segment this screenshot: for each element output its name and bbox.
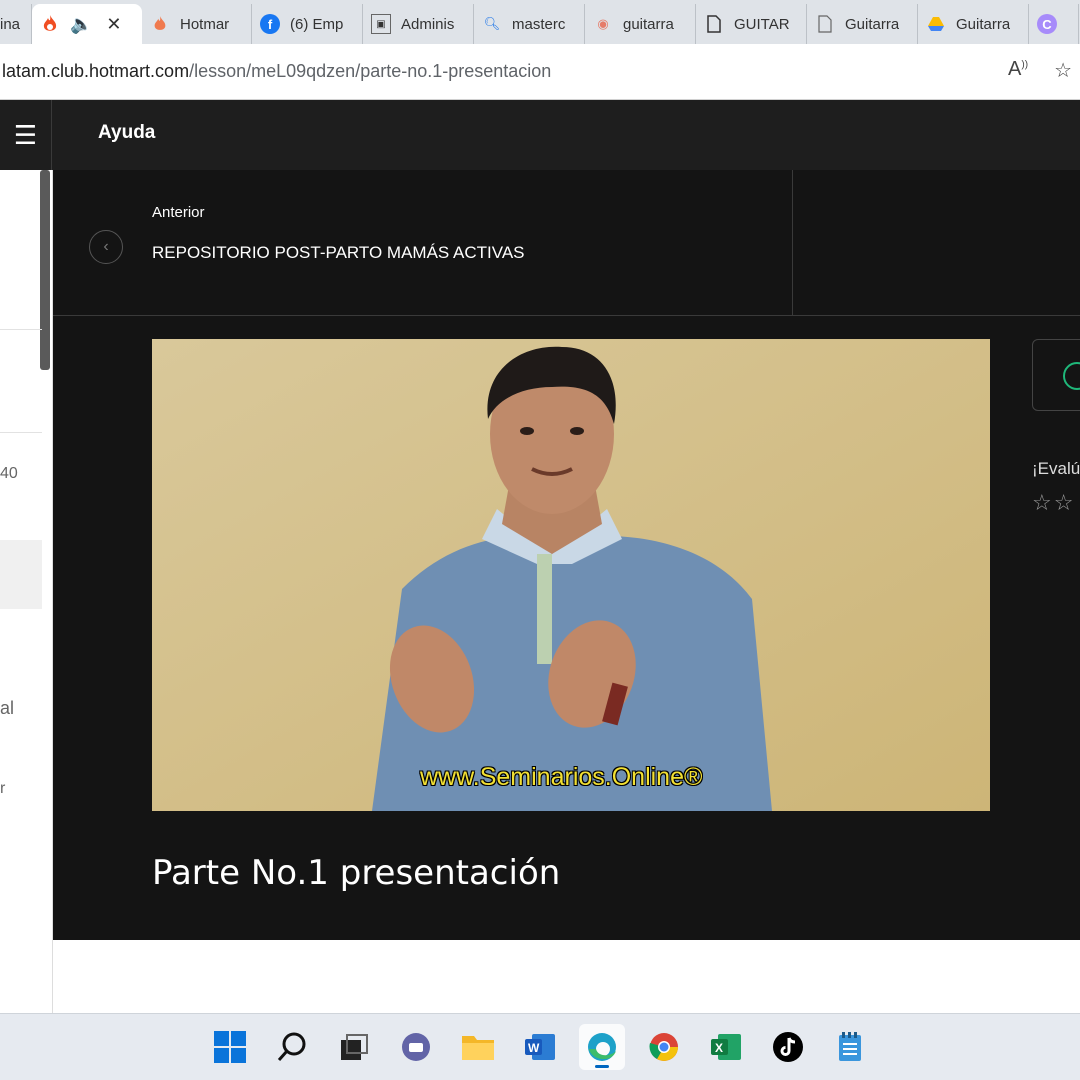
tab-label: Adminis [401,15,455,33]
tab-label: (6) Emp [290,15,344,33]
tiktok-icon[interactable] [765,1024,811,1070]
lesson-sidebar: 40 al r [0,170,53,1013]
search-icon: 🔍︎ [483,16,501,31]
tab-label: Guitarra [956,15,1011,33]
read-aloud-icon[interactable]: A)) [1008,58,1028,83]
hotmart-flame-icon [150,14,170,34]
url-text[interactable]: latam.club.hotmart.com/lesson/meL09qdzen… [0,61,551,82]
c-icon: C [1037,14,1057,34]
star-rating[interactable]: ☆☆ [1032,490,1075,516]
app-header: ☰ Ayuda [0,100,1080,170]
tab-label: masterc [512,15,566,33]
address-bar[interactable]: latam.club.hotmart.com/lesson/meL09qdzen… [0,44,1080,100]
close-tab-icon[interactable]: ✕ [106,14,121,35]
browser-tab[interactable]: Guitarra [918,4,1029,44]
notepad-icon[interactable] [827,1024,873,1070]
favorite-add-icon[interactable]: ☆ [1054,58,1072,83]
lesson-content: ‹ Anterior REPOSITORIO POST-PARTO MAMÁS … [53,170,1080,940]
speaker-icon[interactable]: 🔈 [70,14,92,35]
tab-label: Guitarra [845,15,900,33]
chrome-icon[interactable] [641,1024,687,1070]
tab-label: guitarra [623,15,674,33]
browser-tab[interactable]: GUITAR [696,4,807,44]
document-icon [815,14,835,34]
url-host: latam.club.hotmart.com [2,61,190,81]
browser-tab[interactable]: C [1029,4,1079,44]
help-link[interactable]: Ayuda [98,122,155,144]
search-icon[interactable] [269,1024,315,1070]
menu-icon[interactable]: ☰ [0,100,52,170]
browser-tab[interactable]: ◉ guitarra [585,4,696,44]
video-watermark: www.Seminarios.Online® [420,763,703,791]
check-circle-icon [1063,362,1080,390]
previous-lesson-title: REPOSITORIO POST-PARTO MAMÁS ACTIVAS [152,243,525,262]
browser-tab-active[interactable]: 🔈 ✕ [32,4,142,44]
sidebar-text-fragment: r [0,780,6,797]
svg-text:X: X [715,1041,723,1055]
sidebar-scrollbar[interactable] [40,170,50,370]
svg-text:W: W [528,1041,540,1055]
facebook-icon: f [260,14,280,34]
document-icon [704,14,724,34]
lesson-title: Parte No.1 presentación [152,853,561,893]
video-player[interactable]: www.Seminarios.Online® [152,339,990,811]
browser-tab[interactable]: Guitarra [807,4,918,44]
teams-chat-icon[interactable] [393,1024,439,1070]
video-frame [152,339,990,811]
tab-label: Hotmar [180,15,230,33]
sidebar-text-fragment: 40 [0,465,18,482]
browser-tab[interactable]: 🔍︎ masterc [474,4,585,44]
word-icon[interactable]: W [517,1024,563,1070]
browser-tab-strip: ina 🔈 ✕ Hotmar f (6) Emp ▣ Adminis 🔍︎ ma… [0,0,1080,44]
admin-icon: ▣ [371,14,391,34]
windows-taskbar: W X [0,1013,1080,1080]
file-explorer-icon[interactable] [455,1024,501,1070]
hotmart-flame-icon [40,14,60,34]
browser-tab[interactable]: ina [0,4,32,44]
browser-tab[interactable]: ▣ Adminis [363,4,474,44]
task-view-icon[interactable] [331,1024,377,1070]
complete-lesson-button[interactable] [1032,339,1080,411]
excel-icon[interactable]: X [703,1024,749,1070]
next-lesson-area [793,170,1080,316]
divider [0,432,42,433]
edge-icon[interactable] [579,1024,625,1070]
previous-lesson-link[interactable]: ‹ Anterior REPOSITORIO POST-PARTO MAMÁS … [53,170,793,316]
rating-prompt: ¡Evalú [1032,459,1080,478]
sidebar-item-active[interactable] [0,540,42,609]
windows-start-icon[interactable] [207,1024,253,1070]
browser-tab[interactable]: Hotmar [142,4,252,44]
drive-icon [926,14,946,34]
divider [0,329,42,330]
chevron-left-icon[interactable]: ‹ [89,230,123,264]
play-icon: ◉ [597,16,609,31]
sidebar-text-fragment: al [0,698,15,718]
tab-label: GUITAR [734,15,790,33]
previous-label: Anterior [152,204,205,221]
browser-tab[interactable]: f (6) Emp [252,4,363,44]
tab-label: ina [0,15,21,33]
url-path: /lesson/meL09qdzen/parte-no.1-presentaci… [189,61,552,81]
